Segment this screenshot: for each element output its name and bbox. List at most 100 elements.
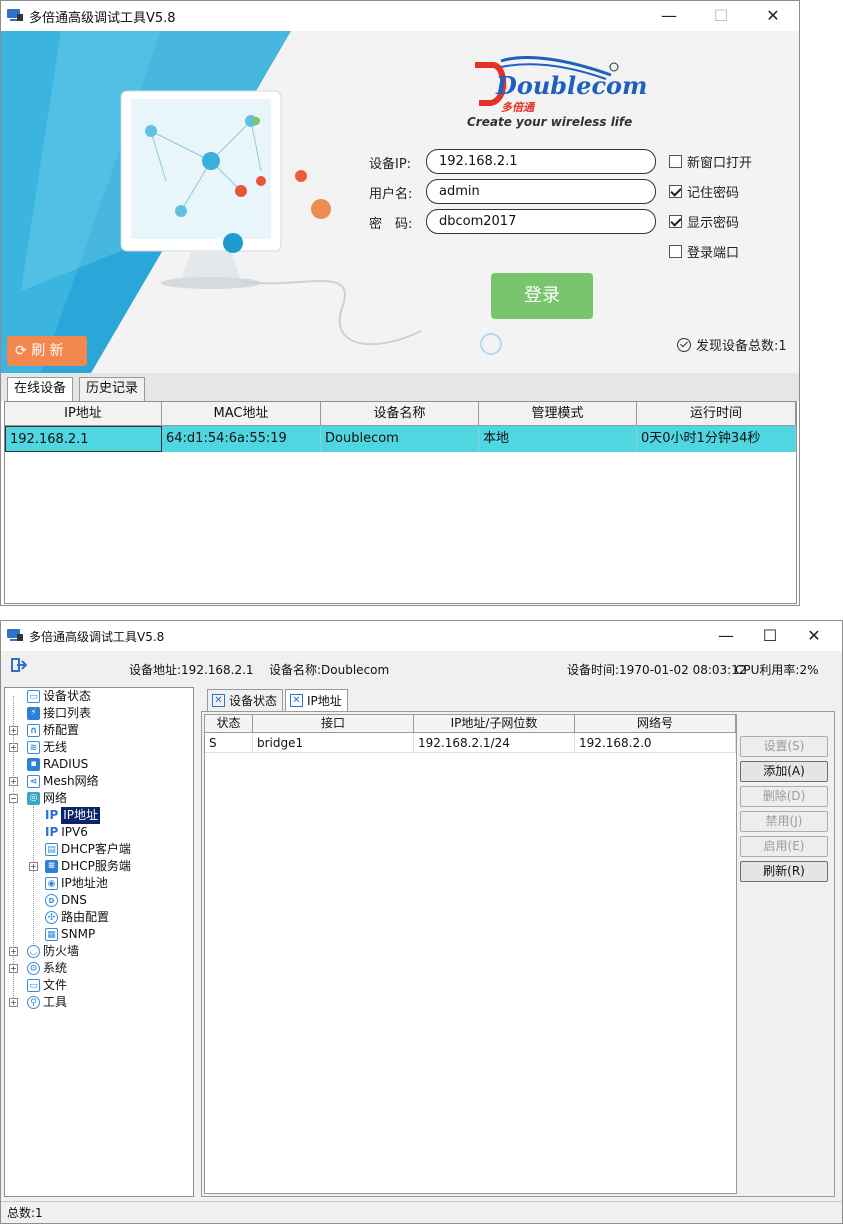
expand-icon[interactable]: + [9,777,18,786]
tree-item-firewall[interactable]: ◡ 防火墙 [27,943,79,960]
expand-icon[interactable]: + [9,743,18,752]
show-password-checkbox[interactable]: 显示密码 [669,212,739,231]
checkbox-box[interactable] [669,155,682,168]
tree-item-ip-address[interactable]: IP IP地址 [45,807,101,824]
column-header[interactable]: IP地址 [5,402,162,426]
tab-device-status[interactable]: ✕ 设备状态 [207,689,284,711]
tree-label: 网络 [43,791,68,805]
maximize-button[interactable]: ☐ [698,3,744,29]
tree-label: DHCP客户端 [61,842,131,856]
table-row[interactable]: 192.168.2.1 64:d1:54:6a:55:19 Doublecom … [5,426,796,452]
tree-item-radius[interactable]: ▪ RADIUS [27,756,88,773]
minimize-button[interactable]: — [703,623,749,649]
checkbox-box[interactable] [669,215,682,228]
maximize-button[interactable]: ☐ [747,623,793,649]
password-input[interactable]: dbcom2017 [426,209,656,234]
app-icon [7,9,23,22]
set-button[interactable]: 设置(S) [740,736,828,757]
expand-icon[interactable]: + [9,964,18,973]
tree-item-files[interactable]: ▭ 文件 [27,977,67,994]
tree-label: 工具 [43,995,68,1009]
globe-icon: ◎ [27,792,40,805]
tree-item-tools[interactable]: ⚲ 工具 [27,994,67,1011]
checkbox-box[interactable] [669,245,682,258]
cell-uptime[interactable]: 0天0小时1分钟34秒 [637,426,796,452]
expand-icon[interactable]: + [9,726,18,735]
tab-online-devices[interactable]: 在线设备 [7,377,74,401]
refresh-button[interactable]: 刷新(R) [740,861,828,882]
tree-item-interfaces[interactable]: ⚡ 接口列表 [27,705,91,722]
disable-button[interactable]: 禁用(J) [740,811,828,832]
check-circle-icon [677,337,691,352]
expand-icon[interactable]: + [9,947,18,956]
cell-interface[interactable]: bridge1 [253,733,414,753]
logout-icon[interactable] [11,658,27,672]
column-header[interactable]: IP地址/子网位数 [414,715,575,733]
tree-item-system[interactable]: ⚙ 系统 [27,960,67,977]
column-header[interactable]: 运行时间 [637,402,796,426]
tree-item-device-status[interactable]: ▭ 设备状态 [27,688,91,705]
tree-label: RADIUS [43,757,89,771]
cell-network[interactable]: 192.168.2.0 [575,733,736,753]
tree-label: IPV6 [61,825,88,839]
column-header[interactable]: 网络号 [575,715,736,733]
tree-item-routing[interactable]: ✣ 路由配置 [45,909,109,926]
tree-item-dhcp-client[interactable]: ▤ DHCP客户端 [45,841,131,858]
firewall-icon: ◡ [27,945,40,958]
cell-mode[interactable]: 本地 [479,426,637,452]
close-button[interactable]: ✕ [750,3,796,29]
close-tab-icon[interactable]: ✕ [290,694,303,707]
checkbox-box[interactable] [669,185,682,198]
delete-button[interactable]: 删除(D) [740,786,828,807]
tree-item-mesh[interactable]: ⋖ Mesh网络 [27,773,99,790]
tree-item-dns[interactable]: D DNS [45,892,87,909]
tree-item-dhcp-server[interactable]: ≡ DHCP服务端 [45,858,131,875]
column-header[interactable]: MAC地址 [162,402,321,426]
cell-mac[interactable]: 64:d1:54:6a:55:19 [162,426,321,452]
tree-label: 无线 [43,740,68,754]
column-header[interactable]: 接口 [253,715,414,733]
tab-ip-address[interactable]: ✕ IP地址 [285,689,348,711]
table-row[interactable]: S bridge1 192.168.2.1/24 192.168.2.0 [205,733,736,753]
column-header[interactable]: 管理模式 [479,402,637,426]
tree-label: 路由配置 [61,910,110,924]
tab-history[interactable]: 历史记录 [79,377,146,401]
device-time: 设备时间:1970-01-02 08:03:12 [567,663,747,677]
tree-label: IP地址池 [61,876,108,890]
column-header[interactable]: 状态 [205,715,253,733]
ip-table: 状态 接口 IP地址/子网位数 网络号 S bridge1 192.168.2.… [204,714,737,1194]
column-header[interactable]: 设备名称 [321,402,479,426]
found-devices: 发现设备总数:1 [677,335,787,354]
content-tabs: ✕ 设备状态 ✕ IP地址 [201,689,835,711]
expand-icon[interactable]: + [9,998,18,1007]
cell-ip-subnet[interactable]: 192.168.2.1/24 [414,733,575,753]
tree-item-wireless[interactable]: ≋ 无线 [27,739,67,756]
collapse-icon[interactable]: − [9,794,18,803]
cell-ip[interactable]: 192.168.2.1 [5,426,162,452]
folder-icon: ▭ [27,979,40,992]
new-window-checkbox[interactable]: 新窗口打开 [669,152,752,171]
remember-password-checkbox[interactable]: 记住密码 [669,182,739,201]
add-button[interactable]: 添加(A) [740,761,828,782]
refresh-button[interactable]: ⟳ 刷 新 [7,336,87,366]
cell-name[interactable]: Doublecom [321,426,479,452]
title-bar: 多倍通高级调试工具V5.8 — ☐ ✕ [1,621,842,651]
username-input[interactable]: admin [426,179,656,204]
enable-button[interactable]: 启用(E) [740,836,828,857]
tree-item-ip-pool[interactable]: ◉ IP地址池 [45,875,108,892]
monitor-icon: ▭ [27,690,40,703]
ip-input[interactable]: 192.168.2.1 [426,149,656,174]
close-tab-icon[interactable]: ✕ [212,694,225,707]
tree-item-bridge[interactable]: ∩ 桥配置 [27,722,79,739]
tree-item-network[interactable]: ◎ 网络 [27,790,67,807]
close-button[interactable]: ✕ [791,623,837,649]
minimize-button[interactable]: — [646,3,692,29]
login-button[interactable]: 登录 [491,273,593,319]
gear-icon: ⚙ [27,962,40,975]
tree-item-snmp[interactable]: ▦ SNMP [45,926,95,943]
login-port-checkbox[interactable]: 登录端口 [669,242,739,261]
expand-icon[interactable]: + [29,862,38,871]
tree-item-ipv6[interactable]: IP IPV6 [45,824,88,841]
cell-status[interactable]: S [205,733,253,753]
tree-label-selected: IP地址 [61,807,101,824]
